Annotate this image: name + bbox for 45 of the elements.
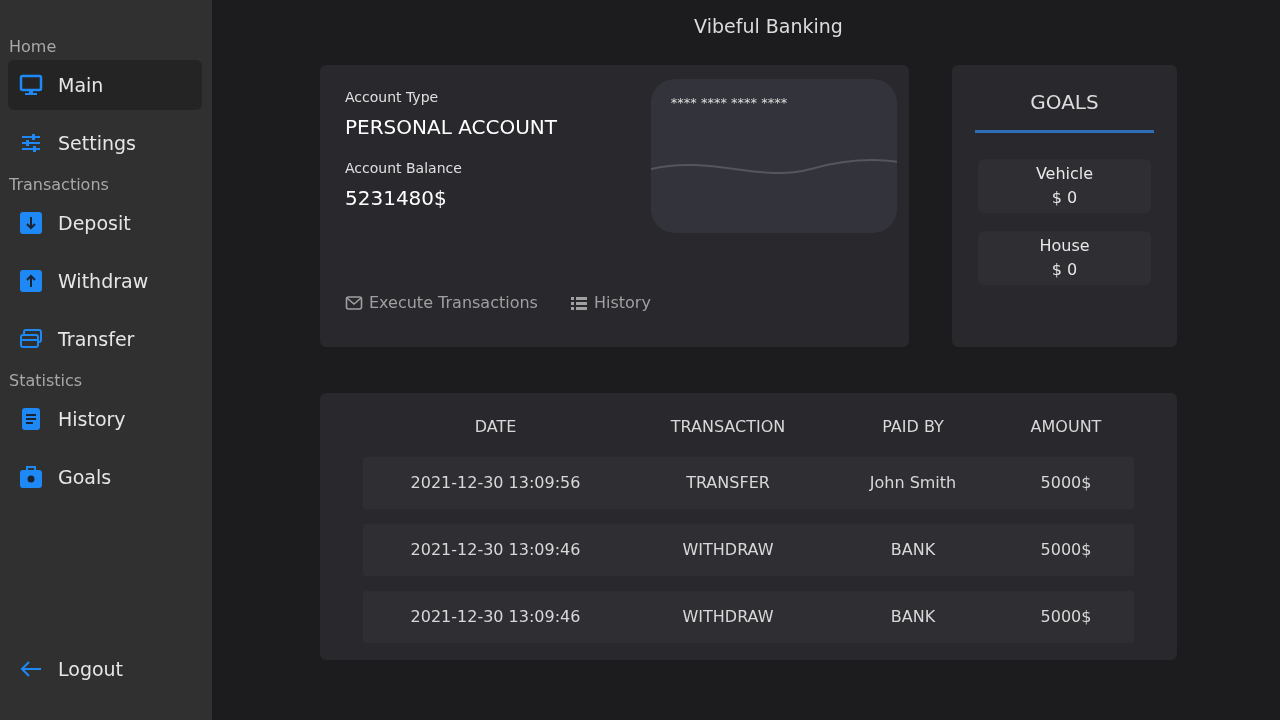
table-cell-text: 2021-12-30 13:09:46	[409, 605, 582, 628]
table-cell-text: BANK	[889, 538, 937, 561]
monitor-icon	[18, 72, 44, 98]
table-cell-text: 5000$	[1039, 538, 1093, 561]
action-link[interactable]: History	[569, 290, 651, 315]
goal-name: House	[1038, 234, 1091, 257]
section-heading: Transactions	[9, 174, 110, 196]
account-type-label: Account Type	[345, 87, 440, 107]
app-title: Vibeful Banking	[693, 14, 844, 39]
goal-name: Vehicle	[1034, 162, 1095, 185]
table-cell-text: John Smith	[868, 471, 958, 494]
account-balance-label: Account Balance	[345, 158, 463, 178]
section-heading: Statistics	[9, 370, 84, 392]
sidebar-item[interactable]: Transfer	[8, 314, 202, 364]
sidebar-item[interactable]: Main	[8, 60, 202, 110]
sidebar-item[interactable]: Goals	[8, 452, 202, 502]
section-heading: Home	[9, 36, 58, 58]
column-header: TRANSACTION	[669, 415, 787, 438]
arrow-down-icon	[18, 210, 44, 236]
column-header: PAID BY	[881, 415, 945, 438]
table-cell-text: WITHDRAW	[681, 605, 775, 628]
card-number: **** **** **** ****	[669, 93, 789, 112]
briefcase-icon	[18, 464, 44, 490]
sidebar-item[interactable]: Settings	[8, 118, 202, 168]
table-cell-text: TRANSFER	[685, 471, 771, 494]
column-header: AMOUNT	[1029, 415, 1103, 438]
table-cell-text: 5000$	[1039, 605, 1093, 628]
table-cell-text: 2021-12-30 13:09:46	[409, 538, 582, 561]
logout-button[interactable]: Logout	[8, 644, 202, 694]
sidebar-item[interactable]: Withdraw	[8, 256, 202, 306]
goal-amount: $ 0	[1050, 186, 1079, 209]
table-cell-text: 5000$	[1039, 471, 1093, 494]
table-cell-text: BANK	[889, 605, 937, 628]
goal-amount: $ 0	[1050, 258, 1079, 281]
table-cell-text: 2021-12-30 13:09:56	[409, 471, 582, 494]
action-link[interactable]: Execute Transactions	[345, 290, 538, 315]
account-type-value: PERSONAL ACCOUNT	[345, 113, 558, 141]
account-balance-value: 5231480$	[345, 184, 448, 212]
goals-title: GOALS	[1029, 88, 1100, 116]
arrow-up-icon	[18, 268, 44, 294]
sidebar-item[interactable]: History	[8, 394, 202, 444]
table-cell-text: WITHDRAW	[681, 538, 775, 561]
column-header: DATE	[473, 415, 518, 438]
envelope-icon	[345, 293, 363, 312]
sidebar-item[interactable]: Deposit	[8, 198, 202, 248]
